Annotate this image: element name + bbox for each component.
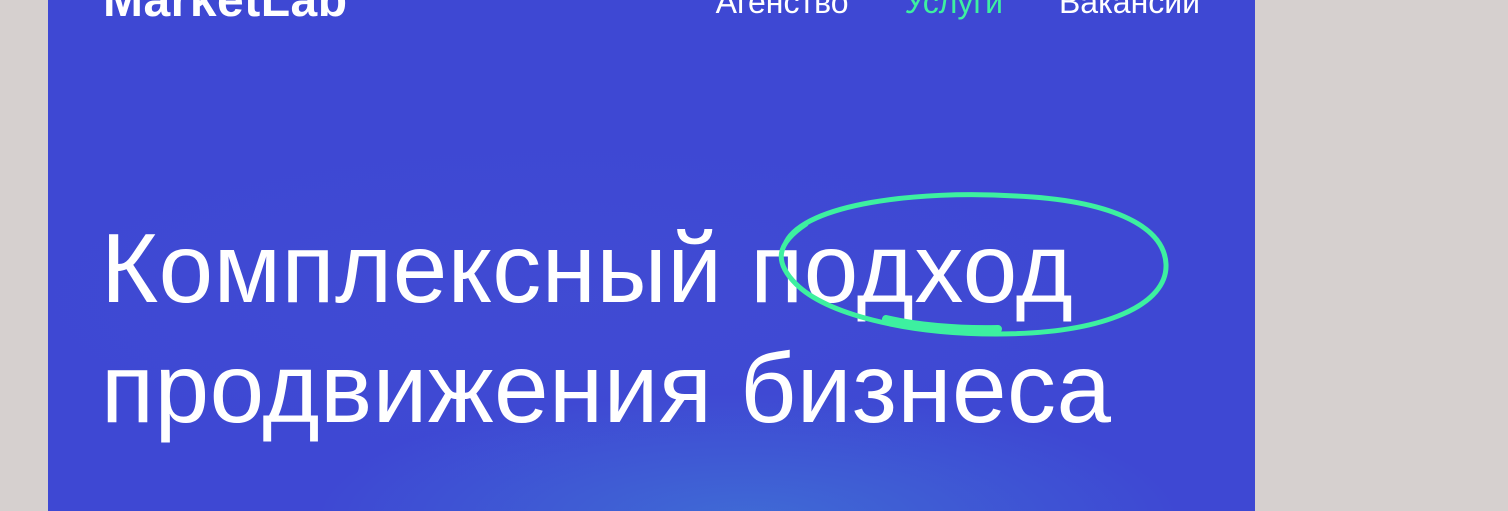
brand-logo[interactable]: MarketLab <box>103 0 348 25</box>
nav-item-agency[interactable]: Агенство <box>716 0 849 18</box>
headline-line-2: продвижения бизнеса <box>101 333 1112 443</box>
nav-item-vacancies[interactable]: Вакансий <box>1059 0 1200 18</box>
nav-item-services[interactable]: Услуги <box>905 0 1003 18</box>
main-nav: Агенство Услуги Вакансий <box>716 0 1200 18</box>
headline-line-1: Комплексный подход <box>101 208 1112 328</box>
page: MarketLab Агенство Услуги Вакансий Компл… <box>0 0 1508 511</box>
hero-section: MarketLab Агенство Услуги Вакансий Компл… <box>48 0 1255 511</box>
hero-headline: Комплексный подход продвижения бизнеса <box>101 208 1112 448</box>
headline-highlight-word: подход <box>750 213 1074 323</box>
headline-prefix: Комплексный <box>101 213 751 323</box>
